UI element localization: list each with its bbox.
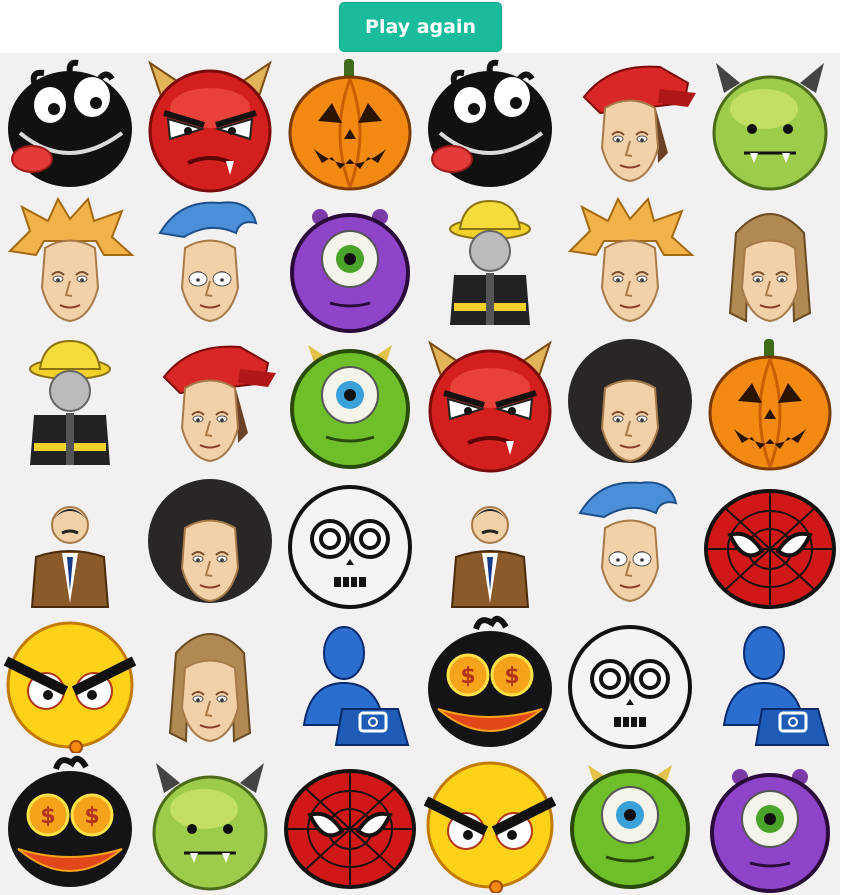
card-tile[interactable] bbox=[700, 613, 840, 753]
card-tile[interactable] bbox=[280, 613, 420, 753]
card-tile[interactable]: $ $ bbox=[0, 753, 140, 893]
spider-mask-icon bbox=[284, 769, 416, 889]
spiky-blond-boy-icon bbox=[567, 196, 695, 323]
firefighter-icon bbox=[29, 339, 111, 465]
card-tile[interactable] bbox=[700, 753, 840, 893]
svg-text:$: $ bbox=[40, 804, 55, 829]
green-cyclops-icon bbox=[570, 765, 690, 889]
card-tile[interactable] bbox=[140, 613, 280, 753]
spider-mask-icon bbox=[704, 489, 836, 609]
card-tile[interactable] bbox=[420, 333, 560, 473]
red-devil-face-icon bbox=[428, 340, 552, 473]
blue-user-phone-icon bbox=[722, 626, 830, 746]
black-tongue-face-icon bbox=[428, 59, 552, 187]
afro-guy-icon bbox=[568, 339, 692, 463]
blue-hair-guy-icon bbox=[158, 201, 258, 323]
card-tile[interactable] bbox=[420, 473, 560, 613]
card-tile[interactable] bbox=[700, 193, 840, 333]
long-hair-man-icon bbox=[728, 213, 812, 323]
card-tile[interactable] bbox=[0, 333, 140, 473]
card-tile[interactable]: $ $ bbox=[420, 613, 560, 753]
card-tile[interactable] bbox=[140, 473, 280, 613]
long-hair-man-icon bbox=[168, 633, 252, 743]
card-tile[interactable] bbox=[420, 753, 560, 893]
card-tile[interactable] bbox=[280, 333, 420, 473]
card-tile[interactable] bbox=[560, 613, 700, 753]
play-again-button[interactable]: Play again bbox=[339, 2, 502, 52]
svg-text:$: $ bbox=[504, 664, 519, 689]
green-horned-monster-icon bbox=[712, 63, 828, 191]
card-tile[interactable] bbox=[700, 333, 840, 473]
red-cap-guy-icon bbox=[162, 345, 276, 463]
card-tile[interactable] bbox=[280, 473, 420, 613]
card-tile[interactable] bbox=[140, 53, 280, 193]
game-board: $ $ $ $ bbox=[0, 53, 840, 895]
purple-cyclops-icon bbox=[710, 769, 830, 893]
angry-yellow-face-icon bbox=[423, 761, 557, 893]
money-eyes-face-icon: $ $ bbox=[8, 755, 132, 887]
card-tile[interactable] bbox=[560, 753, 700, 893]
blue-hair-guy-icon bbox=[578, 481, 678, 603]
card-tile[interactable] bbox=[0, 613, 140, 753]
jack-o-lantern-icon bbox=[288, 59, 412, 191]
card-tile[interactable] bbox=[280, 193, 420, 333]
businessman-icon bbox=[450, 506, 530, 608]
blue-user-phone-icon bbox=[302, 626, 410, 746]
jack-o-lantern-icon bbox=[708, 339, 832, 471]
card-tile[interactable] bbox=[140, 333, 280, 473]
skull-face-icon bbox=[568, 625, 692, 749]
card-tile[interactable] bbox=[140, 753, 280, 893]
card-tile[interactable] bbox=[560, 473, 700, 613]
card-tile[interactable] bbox=[420, 193, 560, 333]
businessman-icon bbox=[30, 506, 110, 608]
card-tile[interactable] bbox=[280, 53, 420, 193]
card-tile[interactable] bbox=[560, 333, 700, 473]
card-tile[interactable] bbox=[560, 193, 700, 333]
card-tile[interactable] bbox=[420, 53, 560, 193]
card-tile[interactable] bbox=[140, 193, 280, 333]
skull-face-icon bbox=[288, 485, 412, 609]
red-devil-face-icon bbox=[148, 60, 272, 193]
card-tile[interactable] bbox=[280, 753, 420, 893]
red-cap-guy-icon bbox=[582, 65, 696, 183]
green-cyclops-icon bbox=[290, 345, 410, 469]
svg-text:$: $ bbox=[84, 804, 99, 829]
black-tongue-face-icon bbox=[8, 59, 132, 187]
card-tile[interactable] bbox=[560, 53, 700, 193]
card-tile[interactable] bbox=[0, 53, 140, 193]
green-horned-monster-icon bbox=[152, 763, 268, 891]
firefighter-icon bbox=[449, 199, 531, 325]
card-tile[interactable] bbox=[700, 53, 840, 193]
money-eyes-face-icon: $ $ bbox=[428, 615, 552, 747]
svg-text:$: $ bbox=[460, 664, 475, 689]
angry-yellow-face-icon bbox=[3, 621, 137, 753]
purple-cyclops-icon bbox=[290, 209, 410, 333]
card-tile[interactable] bbox=[0, 473, 140, 613]
afro-guy-icon bbox=[148, 479, 272, 603]
card-tile[interactable] bbox=[700, 473, 840, 613]
spiky-blond-boy-icon bbox=[7, 196, 135, 323]
card-tile[interactable] bbox=[0, 193, 140, 333]
